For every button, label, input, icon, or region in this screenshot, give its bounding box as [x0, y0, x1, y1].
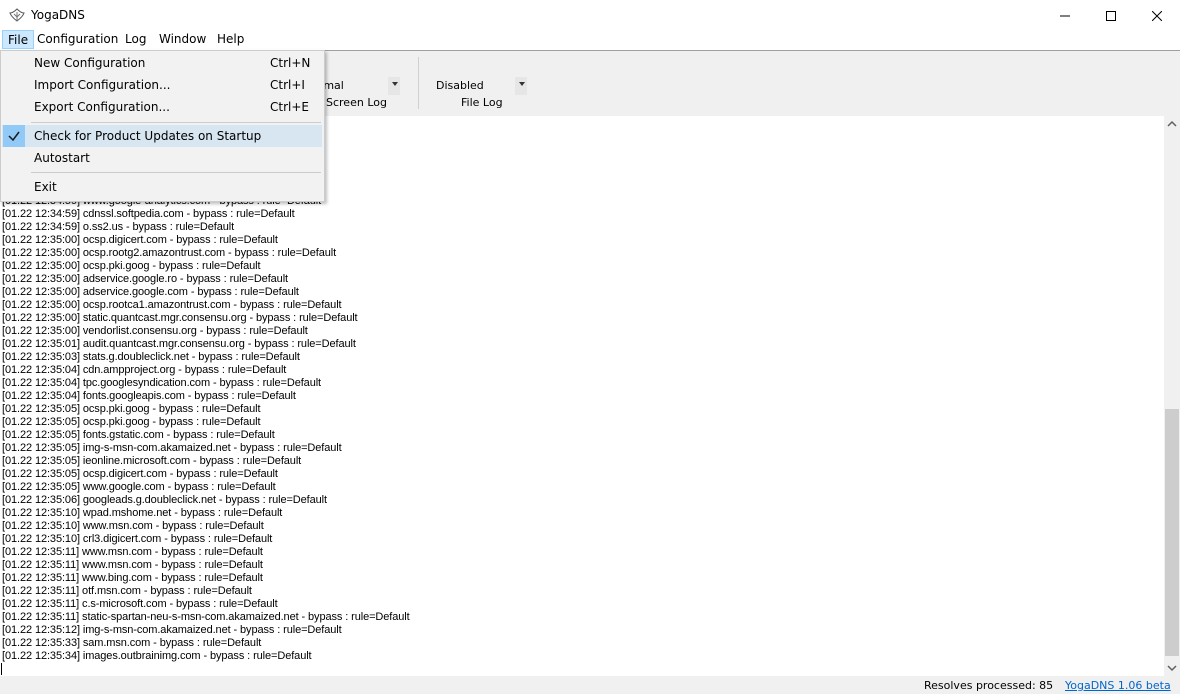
chevron-up-icon	[1167, 120, 1177, 127]
screen-log-dropdown[interactable]: rmal	[316, 77, 400, 95]
scrollbar-thumb[interactable]	[1165, 409, 1179, 656]
log-line: [01.22 12:35:33] sam.msn.com - bypass : …	[2, 637, 262, 649]
file-menu-dropdown: New Configuration Ctrl+N Import Configur…	[0, 50, 325, 202]
close-button[interactable]	[1134, 0, 1180, 30]
file-log-dropdown[interactable]: Disabled	[433, 77, 527, 95]
screen-log-label: Screen Log	[326, 96, 387, 109]
menu-help[interactable]: Help	[212, 30, 249, 49]
log-line: [01.22 12:35:05] ocsp.digicert.com - byp…	[2, 468, 278, 480]
log-line: [01.22 12:35:05] ocsp.pki.goog - bypass …	[2, 416, 261, 428]
menu-item-check-updates[interactable]: Check for Product Updates on Startup	[2, 125, 322, 147]
menu-configuration[interactable]: Configuration	[32, 30, 123, 49]
log-line: [01.22 12:35:00] static.quantcast.mgr.co…	[2, 312, 358, 324]
shortcut-export: Ctrl+E	[270, 100, 309, 114]
log-line: [01.22 12:35:10] www.msn.com - bypass : …	[2, 520, 264, 532]
log-line: [01.22 12:35:04] fonts.googleapis.com - …	[2, 390, 296, 402]
menu-bar: File Configuration Log Window Help	[0, 30, 1180, 50]
log-line: [01.22 12:35:05] ieonline.microsoft.com …	[2, 455, 302, 467]
chevron-down-icon	[519, 82, 525, 86]
menu-item-export-configuration[interactable]: Export Configuration... Ctrl+E	[2, 96, 322, 118]
scroll-down-button[interactable]	[1164, 659, 1180, 676]
log-line: [01.22 12:35:11] www.msn.com - bypass : …	[2, 559, 263, 571]
log-line: [01.22 12:35:05] fonts.gstatic.com - byp…	[2, 429, 275, 441]
toolbar-separator	[418, 57, 419, 109]
log-line: [01.22 12:35:00] ocsp.rootg2.amazontrust…	[2, 247, 337, 259]
menu-file[interactable]: File	[2, 30, 35, 49]
log-line: [01.22 12:35:34] images.outbrainimg.com …	[2, 650, 312, 662]
menu-item-import-configuration[interactable]: Import Configuration... Ctrl+I	[2, 74, 322, 96]
close-icon	[1151, 10, 1163, 21]
log-line: [01.22 12:35:12] img-s-msn-com.akamaized…	[2, 624, 342, 636]
log-line: [01.22 12:35:11] static-spartan-neu-s-ms…	[2, 611, 410, 623]
checkmark-icon	[3, 125, 25, 147]
menu-item-new-configuration[interactable]: New Configuration Ctrl+N	[2, 52, 322, 74]
window-title: YogaDNS	[31, 8, 85, 22]
log-line: [01.22 12:35:04] tpc.googlesyndication.c…	[2, 377, 322, 389]
text-caret	[1, 663, 2, 675]
shortcut-new: Ctrl+N	[270, 56, 311, 70]
minimize-icon	[1060, 15, 1070, 16]
log-line: [01.22 12:35:11] c.s-microsoft.com - byp…	[2, 598, 278, 610]
resolves-processed: Resolves processed: 85	[924, 679, 1054, 692]
log-line: [01.22 12:35:04] cdn.ampproject.org - by…	[2, 364, 287, 376]
status-bar: Resolves processed: 85 YogaDNS 1.06 beta	[0, 676, 1180, 694]
menu-window[interactable]: Window	[154, 30, 211, 49]
log-line: [01.22 12:35:11] otf.msn.com - bypass : …	[2, 585, 252, 597]
menu-log[interactable]: Log	[120, 30, 151, 49]
maximize-icon	[1106, 10, 1116, 21]
log-line: [01.22 12:35:05] www.google.com - bypass…	[2, 481, 276, 493]
menu-item-exit[interactable]: Exit	[2, 176, 322, 198]
title-bar: YogaDNS	[0, 0, 1180, 30]
log-line: [01.22 12:35:05] ocsp.pki.goog - bypass …	[2, 403, 261, 415]
maximize-button[interactable]	[1088, 0, 1134, 30]
chevron-down-icon	[392, 82, 398, 86]
vertical-scrollbar[interactable]	[1164, 116, 1180, 676]
file-log-value: Disabled	[436, 79, 484, 92]
menu-item-autostart[interactable]: Autostart	[2, 147, 322, 169]
log-line: [01.22 12:35:00] ocsp.rootca1.amazontrus…	[2, 299, 342, 311]
log-line: [01.22 12:35:10] crl3.digicert.com - byp…	[2, 533, 273, 545]
log-line: [01.22 12:35:00] ocsp.digicert.com - byp…	[2, 234, 278, 246]
log-line: [01.22 12:35:03] stats.g.doubleclick.net…	[2, 351, 300, 363]
menu-separator	[31, 122, 321, 123]
minimize-button[interactable]	[1042, 0, 1088, 30]
log-line: [01.22 12:35:01] audit.quantcast.mgr.con…	[2, 338, 356, 350]
log-line: [01.22 12:35:00] adservice.google.ro - b…	[2, 273, 288, 285]
log-line: [01.22 12:35:00] adservice.google.com - …	[2, 286, 299, 298]
log-line: [01.22 12:35:11] www.msn.com - bypass : …	[2, 546, 263, 558]
log-line: [01.22 12:34:59] o.ss2.us - bypass : rul…	[2, 221, 235, 233]
log-line: [01.22 12:35:06] googleads.g.doubleclick…	[2, 494, 327, 506]
yogadns-logo-icon	[9, 7, 25, 23]
log-line: [01.22 12:35:11] www.bing.com - bypass :…	[2, 572, 263, 584]
version-link[interactable]: YogaDNS 1.06 beta	[1065, 679, 1171, 692]
log-line: [01.22 12:35:00] vendorlist.consensu.org…	[2, 325, 308, 337]
log-line: [01.22 12:34:59] cdnssl.softpedia.com - …	[2, 208, 295, 220]
shortcut-import: Ctrl+I	[270, 78, 305, 92]
log-line: [01.22 12:35:00] ocsp.pki.goog - bypass …	[2, 260, 261, 272]
menu-separator	[31, 172, 321, 173]
log-line: [01.22 12:35:10] wpad.mshome.net - bypas…	[2, 507, 283, 519]
chevron-down-icon	[1167, 665, 1177, 672]
log-line: [01.22 12:35:05] img-s-msn-com.akamaized…	[2, 442, 342, 454]
file-log-label: File Log	[461, 96, 503, 109]
scroll-up-button[interactable]	[1164, 116, 1180, 133]
